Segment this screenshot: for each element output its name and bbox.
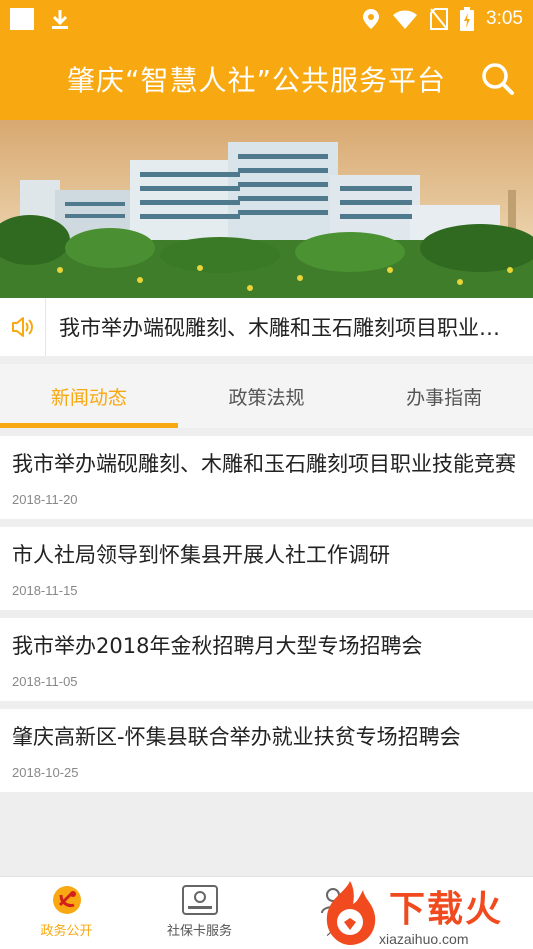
search-icon[interactable] — [479, 60, 517, 98]
news-date: 2018-11-20 — [12, 492, 78, 507]
tab-policy[interactable]: 政策法规 — [178, 364, 356, 428]
no-sim-icon — [430, 8, 449, 30]
news-date: 2018-11-05 — [12, 674, 78, 689]
speaker-icon — [11, 317, 33, 337]
tab-bar: 新闻动态 政策法规 办事指南 — [0, 364, 533, 428]
download-icon — [52, 10, 68, 29]
news-title: 我市举办2018年金秋招聘月大型专场招聘会 — [12, 634, 423, 658]
news-title: 我市举办端砚雕刻、木雕和玉石雕刻项目职业技能竞赛 — [12, 452, 516, 476]
status-bar: 3:05 — [0, 0, 533, 38]
list-item[interactable]: 肇庆高新区-怀集县联合举办就业扶贫专场招聘会 2018-10-25 — [0, 709, 533, 792]
list-item[interactable]: 我市举办端砚雕刻、木雕和玉石雕刻项目职业技能竞赛 2018-11-20 — [0, 436, 533, 519]
news-date: 2018-11-15 — [12, 583, 78, 598]
news-date: 2018-10-25 — [12, 765, 79, 780]
notification-app-icon — [10, 8, 34, 30]
app-header: 肇庆“智慧人社”公共服务平台 — [0, 38, 533, 120]
news-title: 市人社局领导到怀集县开展人社工作调研 — [12, 543, 390, 567]
wifi-icon — [393, 10, 418, 29]
location-icon — [363, 9, 380, 29]
nav-item-social-security-card[interactable]: 社保卡服务 — [133, 877, 266, 949]
page-title: 肇庆“智慧人社”公共服务平台 — [66, 64, 446, 97]
news-list: 我市举办端砚雕刻、木雕和玉石雕刻项目职业技能竞赛 2018-11-20 市人社局… — [0, 436, 533, 800]
announcement-bar[interactable]: 我市举办端砚雕刻、木雕和玉石雕刻项目职业技能竞赛 — [0, 298, 533, 356]
list-item[interactable]: 我市举办2018年金秋招聘月大型专场招聘会 2018-11-05 — [0, 618, 533, 701]
status-time: 3:05 — [486, 8, 523, 29]
tab-guide[interactable]: 办事指南 — [355, 364, 533, 428]
banner-image[interactable] — [0, 120, 533, 298]
list-item[interactable]: 市人社局领导到怀集县开展人社工作调研 2018-11-15 — [0, 527, 533, 610]
battery-charging-icon — [460, 7, 475, 31]
flame-logo-icon — [326, 881, 376, 945]
tab-news[interactable]: 新闻动态 — [0, 364, 178, 428]
announcement-text[interactable]: 我市举办端砚雕刻、木雕和玉石雕刻项目职业技能竞赛 — [46, 312, 516, 342]
watermark: 下载火 xiazaihuo.com — [313, 876, 533, 949]
speaker-icon-wrap — [0, 298, 46, 356]
nav-label: 社保卡服务 — [166, 924, 232, 939]
news-title: 肇庆高新区-怀集县联合举办就业扶贫专场招聘会 — [12, 725, 461, 749]
watermark-text: 下载火 — [389, 889, 504, 930]
social-security-card-icon — [181, 885, 218, 915]
nav-item-government-affairs[interactable]: 政务公开 — [0, 877, 133, 949]
watermark-url: xiazaihuo.com — [379, 931, 469, 947]
nav-label: 政务公开 — [40, 924, 93, 939]
party-emblem-icon — [52, 886, 81, 914]
